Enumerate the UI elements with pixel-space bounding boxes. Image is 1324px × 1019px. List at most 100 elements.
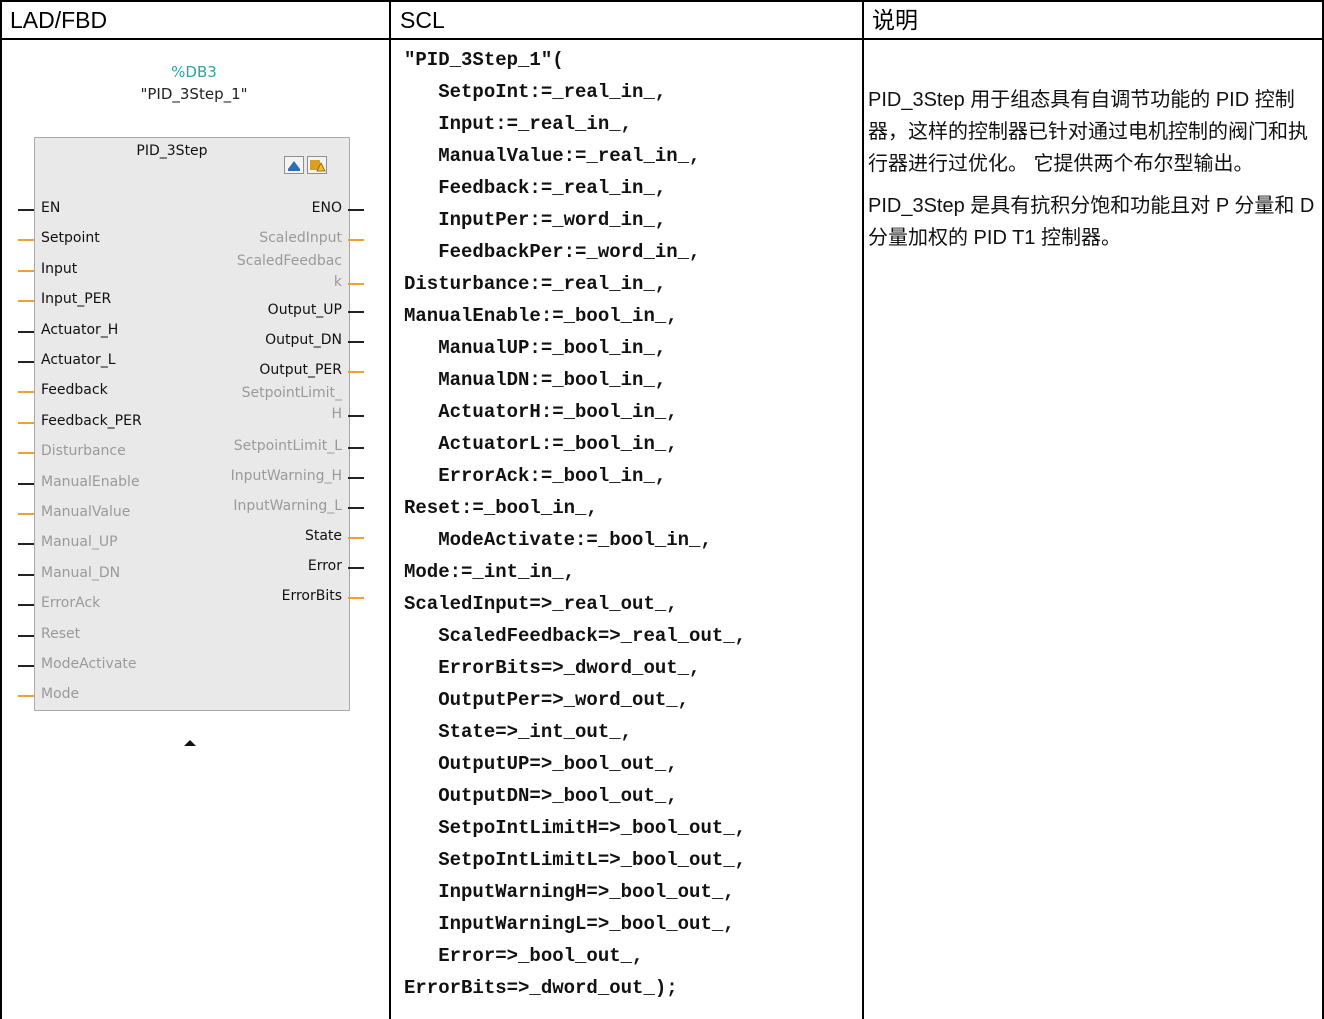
- scl-code-block: "PID_3Step_1"( SetpoInt:=_real_in_, Inpu…: [391, 40, 861, 1019]
- output-pin-label: Output_PER: [259, 362, 342, 378]
- input-wire[interactable]: [18, 573, 34, 576]
- output-pin-label: State: [304, 528, 342, 544]
- scl-code-line: ManualDN:=_bool_in_,: [404, 369, 667, 391]
- input-pin-label: Disturbance: [41, 443, 126, 460]
- scl-code-line: InputWarningL=>_bool_out_,: [404, 913, 735, 935]
- scl-code-line: ModeActivate:=_bool_in_,: [404, 529, 712, 551]
- input-pin-label: EN: [41, 200, 61, 216]
- input-wire[interactable]: [18, 361, 34, 363]
- scl-code-line: ManualUP:=_bool_in_,: [404, 337, 667, 359]
- header-description: 说明: [872, 7, 918, 33]
- scl-code-line: InputPer:=_word_in_,: [404, 209, 667, 231]
- input-wire[interactable]: [18, 452, 34, 455]
- input-pin-label: ManualEnable: [41, 473, 140, 490]
- output-pin-label: ScaledFeedbac: [236, 253, 342, 269]
- scl-code-line: ErrorBits=>_dword_out_,: [404, 657, 701, 679]
- scl-code-line: Reset:=_bool_in_,: [404, 497, 598, 519]
- fbd-diagram: %DB3 "PID_3Step_1" PID_3Step EN Setpoint I…: [0, 40, 388, 760]
- scl-code-line: Error=>_bool_out_,: [404, 945, 644, 967]
- scl-code-line: Mode:=_int_in_,: [404, 561, 576, 583]
- input-wire[interactable]: [18, 269, 34, 272]
- scl-code-line: ActuatorL:=_bool_in_,: [404, 433, 678, 455]
- output-pin-label: SetpointLimit_: [241, 385, 342, 401]
- output-wire[interactable]: [348, 477, 364, 479]
- output-pin-label: InputWarning_L: [233, 498, 342, 514]
- input-wire[interactable]: [18, 695, 34, 698]
- input-pin-label: Mode: [41, 686, 80, 703]
- description-paragraph-2: PID_3Step 是具有抗积分饱和功能且对 P 分量和 D 分量加权的 PID…: [868, 195, 1315, 249]
- input-pin-label: Manual_DN: [41, 564, 121, 581]
- scl-code-line: OutputPer=>_word_out_,: [404, 689, 690, 711]
- input-pin-label: Actuator_H: [41, 321, 119, 338]
- output-pin-label: SetpointLimit_L: [233, 438, 342, 454]
- scl-code-line: ScaledInput=>_real_out_,: [404, 593, 678, 615]
- input-pin-label: Manual_UP: [41, 534, 118, 551]
- table-top-border: [0, 0, 1324, 2]
- scl-code-line: Disturbance:=_real_in_,: [404, 273, 667, 295]
- output-wire[interactable]: [348, 597, 364, 599]
- input-pin-label: Input: [41, 260, 78, 277]
- input-pin-label: Setpoint: [41, 230, 100, 247]
- input-wire[interactable]: [18, 330, 34, 333]
- description-text: PID_3Step 用于组态具有自调节功能的 PID 控制器，这样的控制器已针对…: [868, 84, 1320, 264]
- input-wire[interactable]: [18, 421, 34, 424]
- scl-code-line: ErrorBits=>_dword_out_);: [404, 977, 678, 999]
- output-wire[interactable]: [348, 507, 364, 509]
- description-paragraph-1: PID_3Step 用于组态具有自调节功能的 PID 控制器，这样的控制器已针对…: [868, 89, 1308, 175]
- header-scl: SCL: [400, 7, 445, 33]
- input-pin-label: ModeActivate: [41, 656, 137, 672]
- scl-code-line: Feedback:=_real_in_,: [404, 177, 667, 199]
- output-wire[interactable]: [348, 239, 364, 241]
- header-lad-fbd: LAD/FBD: [10, 7, 108, 33]
- input-pin-label: Actuator_L: [41, 352, 116, 368]
- instance-name: "PID_3Step_1": [140, 85, 248, 103]
- input-wire[interactable]: [18, 513, 34, 515]
- output-pin-label: ScaledInput: [259, 230, 342, 246]
- output-wire[interactable]: [348, 415, 364, 417]
- scl-code-line: ActuatorH:=_bool_in_,: [404, 401, 678, 423]
- output-wire[interactable]: [348, 311, 364, 313]
- input-wire[interactable]: [18, 604, 34, 607]
- scl-code-line: ManualEnable:=_bool_in_,: [404, 305, 678, 327]
- scl-code-line: SetpoIntLimitL=>_bool_out_,: [404, 849, 747, 871]
- input-pin-label: Input_PER: [41, 291, 112, 308]
- commissioning-icon[interactable]: [284, 156, 304, 174]
- scl-code-line: OutputUP=>_bool_out_,: [404, 753, 678, 775]
- output-wire[interactable]: [348, 567, 364, 569]
- input-wire[interactable]: [18, 209, 34, 211]
- input-wire[interactable]: [18, 482, 34, 485]
- scl-code-line: ManualValue:=_real_in_,: [404, 145, 701, 167]
- output-pin-label: Error: [307, 558, 342, 574]
- output-wire[interactable]: [348, 537, 364, 539]
- scl-code-line: ErrorAck:=_bool_in_,: [404, 465, 667, 487]
- input-wire[interactable]: [18, 391, 34, 394]
- scl-code-line: SetpoIntLimitH=>_bool_out_,: [404, 817, 747, 839]
- input-pin-label: ErrorAck: [41, 595, 101, 612]
- expand-arrow-icon[interactable]: [184, 740, 196, 746]
- output-pin-label: InputWarning_H: [230, 468, 342, 484]
- output-pin-label: Output_DN: [265, 332, 342, 348]
- column-divider-2: [862, 0, 864, 1019]
- configuration-warning-icon[interactable]: [307, 156, 327, 174]
- output-wire[interactable]: [348, 209, 364, 211]
- scl-code-line: FeedbackPer:=_word_in_,: [404, 241, 701, 263]
- scl-code-line: "PID_3Step_1"(: [404, 49, 564, 71]
- scl-code-line: SetpoInt:=_real_in_,: [404, 81, 667, 103]
- input-wire[interactable]: [18, 543, 34, 546]
- output-wire[interactable]: [348, 371, 364, 373]
- input-wire[interactable]: [18, 665, 34, 667]
- input-wire[interactable]: [18, 300, 34, 303]
- scl-code-line: State=>_int_out_,: [404, 721, 633, 743]
- output-wire[interactable]: [348, 341, 364, 343]
- output-pin-label: ENO: [311, 200, 342, 216]
- input-pin-label: Feedback_PER: [41, 412, 142, 429]
- output-wire[interactable]: [348, 283, 364, 285]
- scl-code-line: ScaledFeedback=>_real_out_,: [404, 625, 747, 647]
- input-wire[interactable]: [18, 634, 34, 637]
- output-pin-label: Output_UP: [267, 302, 342, 318]
- input-pin-label: Reset: [41, 625, 81, 642]
- input-wire[interactable]: [18, 239, 34, 242]
- output-pin-label: k: [333, 274, 342, 290]
- output-pin-label: ErrorBits: [281, 588, 342, 604]
- output-wire[interactable]: [348, 447, 364, 449]
